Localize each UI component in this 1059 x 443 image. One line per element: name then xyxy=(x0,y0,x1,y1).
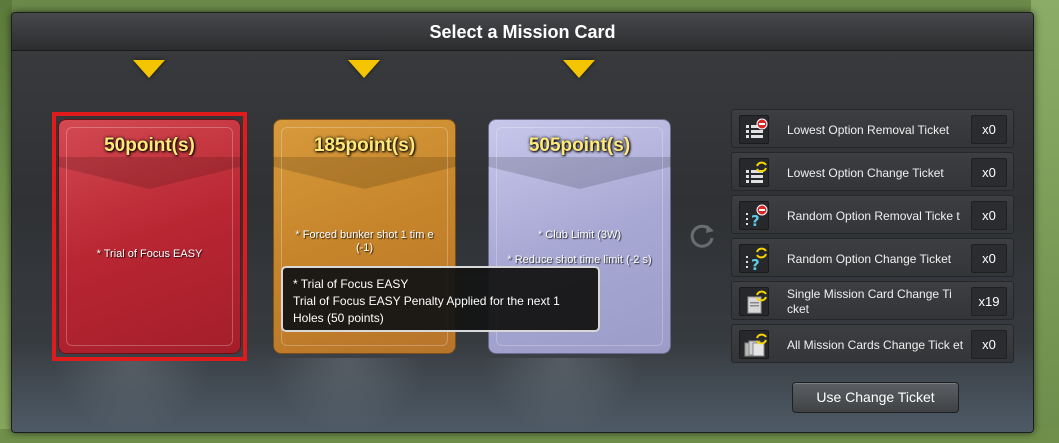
card-points: 185point(s) xyxy=(313,135,416,156)
list-remove-icon xyxy=(739,115,769,144)
tooltip-line: Holes (50 points) xyxy=(293,311,384,325)
svg-text:?: ? xyxy=(751,256,760,272)
svg-text:?: ? xyxy=(751,212,760,229)
select-arrow-down-icon xyxy=(563,60,595,78)
card-frame xyxy=(66,127,233,346)
ticket-count: x0 xyxy=(971,330,1007,359)
refresh-icon[interactable] xyxy=(688,222,716,250)
card-points: 505point(s) xyxy=(528,135,631,156)
card-tooltip: * Trial of Focus EASY Trial of Focus EAS… xyxy=(281,266,600,332)
tooltip-line: Trial of Focus EASY Penalty Applied for … xyxy=(293,294,560,308)
ticket-label: Single Mission Card Change Ti cket xyxy=(787,287,952,316)
mission-card-1[interactable]: 50point(s) * Trial of Focus EASY xyxy=(58,119,241,354)
card-spotlight xyxy=(267,358,427,432)
card-spotlight xyxy=(482,358,642,432)
card-description: * Trial of Focus EASY xyxy=(96,248,203,260)
list-change-icon xyxy=(739,158,769,187)
select-arrow-down-icon xyxy=(133,60,165,78)
dialog-title-bar: Select a Mission Card xyxy=(12,13,1033,51)
dialog-title: Select a Mission Card xyxy=(429,22,616,42)
use-change-ticket-button[interactable]: Use Change Ticket xyxy=(792,382,959,413)
single-card-change-icon xyxy=(739,287,769,316)
random-change-icon: ? xyxy=(739,244,769,273)
tooltip-line: * Trial of Focus EASY xyxy=(293,277,409,291)
ticket-count: x0 xyxy=(971,158,1007,187)
ticket-label: Lowest Option Removal Ticket xyxy=(787,122,950,137)
card-description: * Forced bunker shot 1 tim e (-1) xyxy=(295,229,434,254)
ticket-count: x0 xyxy=(971,244,1007,273)
background-grass-right xyxy=(1031,0,1059,443)
ticket-row-all-mission-cards-change[interactable]: All Mission Cards Change Tick et x0 xyxy=(731,324,1014,363)
ticket-row-random-option-removal[interactable]: ? Random Option Removal Ticke t x0 xyxy=(731,195,1014,234)
ticket-label: All Mission Cards Change Tick et xyxy=(787,337,964,352)
card-points: 50point(s) xyxy=(104,135,195,156)
ticket-count: x19 xyxy=(971,287,1007,316)
select-arrow-down-icon xyxy=(348,60,380,78)
ticket-row-random-option-change[interactable]: ? Random Option Change Ticket x0 xyxy=(731,238,1014,277)
ticket-count: x0 xyxy=(971,201,1007,230)
random-remove-icon: ? xyxy=(739,201,769,230)
card-description: * Club Limit (3W) xyxy=(537,229,622,241)
ticket-count: x0 xyxy=(971,115,1007,144)
ticket-label: Random Option Removal Ticke t xyxy=(787,208,960,223)
card-spotlight xyxy=(52,358,212,432)
ticket-list: Lowest Option Removal Ticket x0 Lowest O… xyxy=(731,109,1014,367)
all-cards-change-icon xyxy=(739,330,769,359)
ticket-row-single-mission-card-change[interactable]: Single Mission Card Change Ti cket x19 xyxy=(731,281,1014,320)
ticket-label: Lowest Option Change Ticket xyxy=(787,165,944,180)
ticket-row-lowest-option-removal[interactable]: Lowest Option Removal Ticket x0 xyxy=(731,109,1014,148)
ticket-label: Random Option Change Ticket xyxy=(787,251,952,266)
ticket-row-lowest-option-change[interactable]: Lowest Option Change Ticket x0 xyxy=(731,152,1014,191)
